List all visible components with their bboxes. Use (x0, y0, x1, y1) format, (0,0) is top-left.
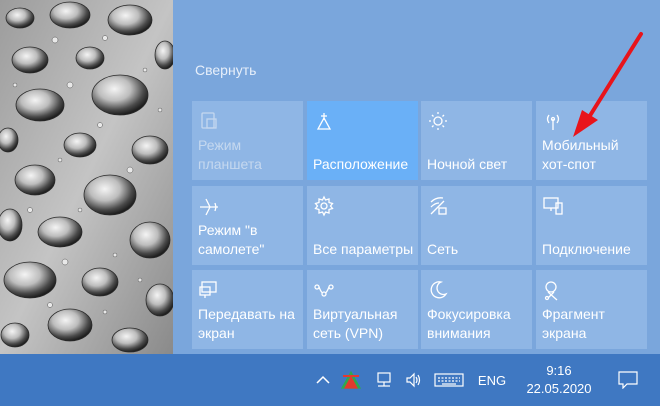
water-drops-image (0, 0, 173, 354)
clock-date: 22.05.2020 (526, 381, 592, 396)
desktop-wallpaper (0, 0, 173, 354)
connect-icon (542, 195, 564, 217)
location-icon (313, 110, 335, 132)
network-icon (427, 195, 449, 217)
quick-action-tile[interactable]: Фокусировка внимания (421, 270, 532, 349)
tile-label: Фрагмент экрана (542, 306, 605, 341)
vpn-icon (313, 279, 335, 301)
brightness-icon (427, 110, 449, 132)
quick-action-tile[interactable]: Режим "в самолете" (192, 186, 303, 265)
clock-time: 9:16 (546, 363, 572, 378)
tile-label: Мобильный хот-спот (542, 137, 619, 172)
volume-icon[interactable] (402, 354, 426, 406)
collapse-link[interactable]: Свернуть (195, 62, 256, 78)
screen-snip-icon (542, 279, 564, 301)
quick-action-tile[interactable]: Режим планшета (192, 101, 303, 180)
clock[interactable]: 9:16 22.05.2020 (518, 354, 600, 406)
tile-label: Расположение (313, 156, 409, 172)
tile-label: Подключение (542, 241, 631, 257)
settings-gear-icon (313, 195, 335, 217)
network-wired-icon[interactable] (372, 354, 396, 406)
taskbar: ENG 9:16 22.05.2020 (0, 354, 660, 406)
tile-label: Сеть (427, 241, 459, 257)
quick-action-tile[interactable]: Расположение (307, 101, 418, 180)
tile-label: Режим "в самолете" (198, 222, 265, 257)
quick-action-tile[interactable]: Мобильный хот-спот (536, 101, 647, 180)
quick-action-tile[interactable]: Подключение (536, 186, 647, 265)
tile-label: Ночной свет (427, 156, 508, 172)
tile-label: Режим планшета (198, 137, 262, 172)
quick-action-tile[interactable]: Виртуальная сеть (VPN) (307, 270, 418, 349)
action-center-panel: Свернуть Режим планшета Расположение Ночно… (173, 0, 660, 354)
tile-label: Фокусировка внимания (427, 306, 511, 341)
mobile-hotspot-icon (542, 110, 564, 132)
input-language-indicator[interactable]: ENG (472, 354, 512, 406)
tile-label: Виртуальная сеть (VPN) (313, 306, 398, 341)
focus-assist-icon (427, 279, 449, 301)
tile-label: Передавать на экран (198, 306, 295, 341)
quick-action-tile[interactable]: Фрагмент экрана (536, 270, 647, 349)
language-label: ENG (477, 372, 507, 388)
notification-center-button[interactable] (610, 354, 646, 406)
quick-action-tile[interactable]: Ночной свет (421, 101, 532, 180)
antivirus-tray-icon[interactable] (338, 354, 364, 406)
touch-keyboard-icon[interactable] (432, 354, 466, 406)
quick-action-tile[interactable]: Передавать на экран (192, 270, 303, 349)
notification-icon (618, 371, 638, 389)
project-icon (198, 279, 220, 301)
tablet-mode-icon (198, 110, 220, 132)
quick-action-tile[interactable]: Сеть (421, 186, 532, 265)
quick-action-tile[interactable]: Все параметры (307, 186, 418, 265)
tile-label: Все параметры (313, 241, 414, 257)
show-hidden-icons-chevron-icon[interactable] (312, 354, 334, 406)
airplane-icon (198, 195, 220, 217)
